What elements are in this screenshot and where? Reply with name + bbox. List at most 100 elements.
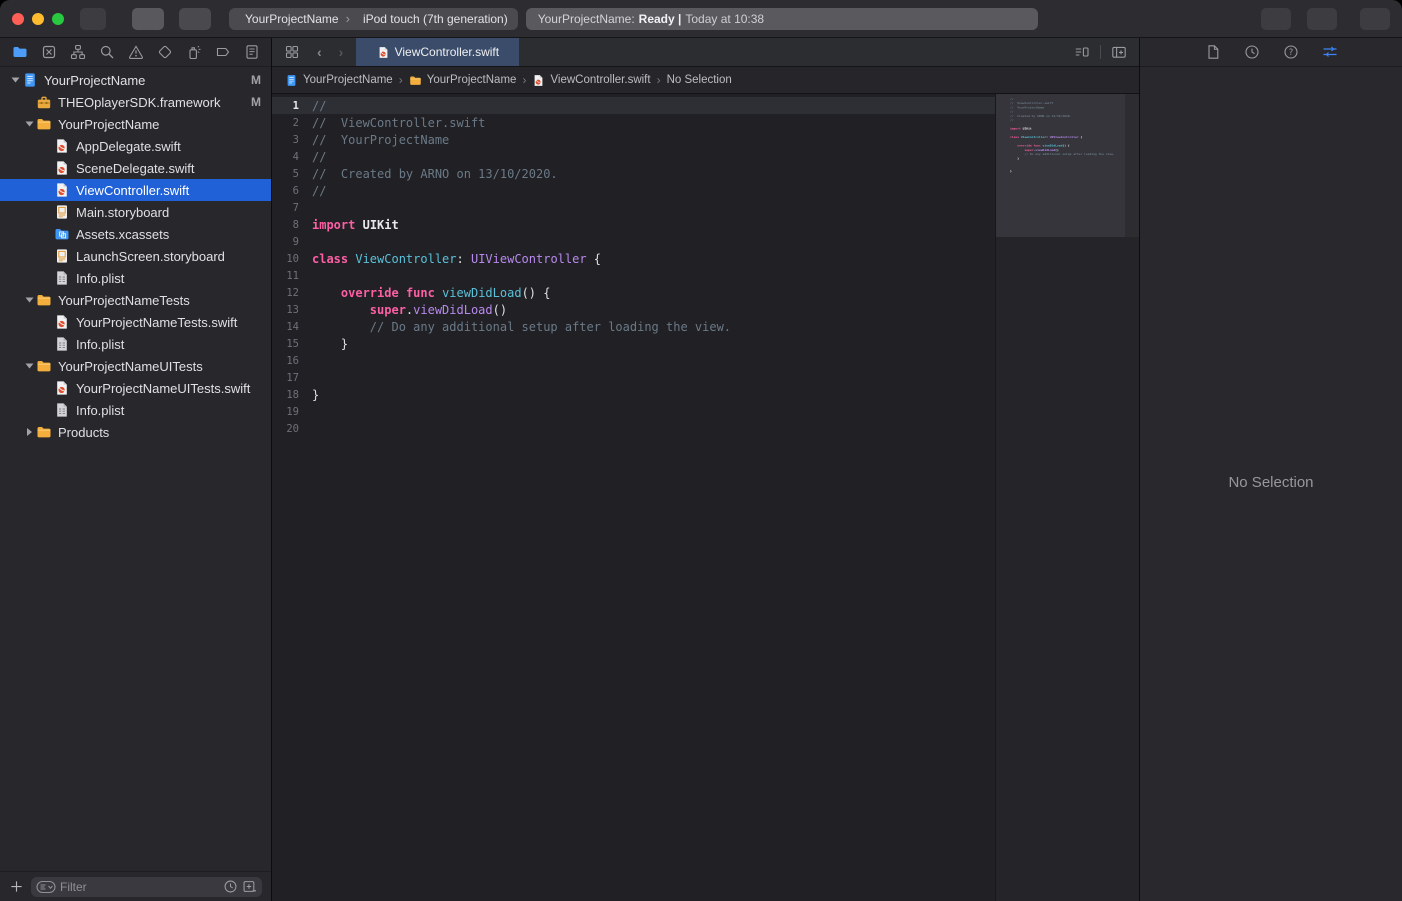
divider xyxy=(1100,45,1101,59)
swift-icon xyxy=(54,182,70,198)
code-line[interactable]: 17 xyxy=(272,369,995,386)
code-line[interactable]: 2// ViewController.swift xyxy=(272,114,995,131)
tree-row[interactable]: Info.plist xyxy=(0,333,271,355)
tree-row[interactable]: YourProjectNameUITests xyxy=(0,355,271,377)
source-editor[interactable]: 1//2// ViewController.swift3// YourProje… xyxy=(272,94,995,901)
project-navigator-icon[interactable] xyxy=(11,44,28,61)
line-number: 9 xyxy=(272,236,312,248)
debug-navigator-icon[interactable] xyxy=(185,44,202,61)
history-inspector-icon[interactable] xyxy=(1244,44,1260,60)
code-line[interactable]: 18} xyxy=(272,386,995,403)
breakpoint-navigator-icon[interactable] xyxy=(214,44,231,61)
tree-row[interactable]: Info.plist xyxy=(0,267,271,289)
tree-row[interactable]: Info.plist xyxy=(0,399,271,421)
quick-help-inspector-icon[interactable]: ? xyxy=(1283,44,1299,60)
line-number: 11 xyxy=(272,270,312,282)
code-line[interactable]: 4// xyxy=(272,148,995,165)
code-text: override func viewDidLoad() { xyxy=(312,286,550,300)
line-number: 12 xyxy=(272,287,312,299)
code-line[interactable]: 12 override func viewDidLoad() { xyxy=(272,284,995,301)
code-line[interactable]: 16 xyxy=(272,352,995,369)
test-navigator-icon[interactable] xyxy=(156,44,173,61)
storyboard-icon xyxy=(54,248,70,264)
tree-row-label: Info.plist xyxy=(76,271,124,286)
xcode-window: YourProjectName › iPod touch (7th genera… xyxy=(0,0,1402,901)
source-control-navigator-icon[interactable] xyxy=(40,44,57,61)
stop-button[interactable] xyxy=(179,8,211,30)
folder-icon xyxy=(36,358,52,374)
tree-row[interactable]: THEOplayerSDK.frameworkM xyxy=(0,91,271,113)
minimap[interactable]: //// ViewController.swift// YourProjectN… xyxy=(995,94,1139,901)
run-button[interactable] xyxy=(132,8,164,30)
code-line[interactable]: 3// YourProjectName xyxy=(272,131,995,148)
back-button[interactable]: ‹ xyxy=(317,44,322,60)
disclosure-open-icon[interactable] xyxy=(22,120,36,128)
tree-row[interactable]: ViewController.swift xyxy=(0,179,271,201)
tree-row[interactable]: YourProjectNameUITests.swift xyxy=(0,377,271,399)
related-items-icon[interactable] xyxy=(284,44,300,60)
code-line[interactable]: 13 super.viewDidLoad() xyxy=(272,301,995,318)
code-line[interactable]: 1// xyxy=(272,97,995,114)
tree-row-label: YourProjectNameTests xyxy=(58,293,190,308)
add-file-button[interactable] xyxy=(9,879,24,894)
code-line[interactable]: 11 xyxy=(272,267,995,284)
tab-viewcontroller[interactable]: ViewController.swift xyxy=(356,38,519,66)
tree-row-label: YourProjectNameUITests.swift xyxy=(76,381,250,396)
editor-body: 1//2// ViewController.swift3// YourProje… xyxy=(272,94,1139,901)
code-line[interactable]: 14 // Do any additional setup after load… xyxy=(272,318,995,335)
code-line[interactable]: 10class ViewController: UIViewController… xyxy=(272,250,995,267)
add-editor-icon[interactable] xyxy=(1111,44,1127,60)
code-line[interactable]: 6// xyxy=(272,182,995,199)
toggle-inspector-button[interactable] xyxy=(1360,8,1390,30)
filter-field[interactable]: Filter xyxy=(31,877,262,897)
report-navigator-icon[interactable] xyxy=(243,44,260,61)
disclosure-open-icon[interactable] xyxy=(22,296,36,304)
breadcrumb-item[interactable]: YourProjectName xyxy=(409,74,517,87)
library-button[interactable] xyxy=(1261,8,1291,30)
tree-row[interactable]: YourProjectNameTests.swift xyxy=(0,311,271,333)
minimap-line xyxy=(1010,178,1150,182)
recent-files-icon[interactable] xyxy=(223,879,238,894)
tree-row[interactable]: AppDelegate.swift xyxy=(0,135,271,157)
disclosure-open-icon[interactable] xyxy=(8,76,22,84)
tree-row[interactable]: Assets.xcassets xyxy=(0,223,271,245)
issue-navigator-icon[interactable] xyxy=(127,44,144,61)
tree-row[interactable]: YourProjectNameTests xyxy=(0,289,271,311)
toggle-navigator-button[interactable] xyxy=(80,8,106,30)
breadcrumb-item[interactable]: No Selection xyxy=(667,74,732,86)
symbol-navigator-icon[interactable] xyxy=(69,44,86,61)
breadcrumb-item[interactable]: YourProjectName xyxy=(285,74,393,87)
file-inspector-icon[interactable] xyxy=(1205,44,1221,60)
scheme-selector[interactable]: YourProjectName › iPod touch (7th genera… xyxy=(229,8,518,30)
tree-row[interactable]: YourProjectName xyxy=(0,113,271,135)
code-text: // xyxy=(312,150,326,164)
code-line[interactable]: 7 xyxy=(272,199,995,216)
breadcrumb-item[interactable]: ViewController.swift xyxy=(532,74,650,87)
code-line[interactable]: 15 } xyxy=(272,335,995,352)
code-line[interactable]: 8import UIKit xyxy=(272,216,995,233)
code-line[interactable]: 20 xyxy=(272,420,995,437)
code-line[interactable]: 9 xyxy=(272,233,995,250)
attributes-inspector-icon[interactable] xyxy=(1322,44,1338,60)
tree-row[interactable]: Main.storyboard xyxy=(0,201,271,223)
zoom-button[interactable] xyxy=(52,13,64,25)
tree-row[interactable]: Products xyxy=(0,421,271,443)
disclosure-open-icon[interactable] xyxy=(22,362,36,370)
tree-row[interactable]: SceneDelegate.swift xyxy=(0,157,271,179)
source-control-status-icon[interactable] xyxy=(242,879,257,894)
forward-button[interactable]: › xyxy=(339,44,344,60)
jump-bar[interactable]: YourProjectName›YourProjectName›ViewCont… xyxy=(272,67,1139,94)
code-review-button[interactable] xyxy=(1307,8,1337,30)
project-icon xyxy=(22,72,38,88)
tree-row[interactable]: LaunchScreen.storyboard xyxy=(0,245,271,267)
minimize-button[interactable] xyxy=(32,13,44,25)
code-line[interactable]: 19 xyxy=(272,403,995,420)
tree-row[interactable]: YourProjectNameM xyxy=(0,69,271,91)
close-button[interactable] xyxy=(12,13,24,25)
code-line[interactable]: 5// Created by ARNO on 13/10/2020. xyxy=(272,165,995,182)
filter-placeholder: Filter xyxy=(60,880,219,894)
disclosure-closed-icon[interactable] xyxy=(22,428,36,436)
editor-options-icon[interactable] xyxy=(1074,44,1090,60)
find-navigator-icon[interactable] xyxy=(98,44,115,61)
status-time: Today at 10:38 xyxy=(685,12,764,26)
